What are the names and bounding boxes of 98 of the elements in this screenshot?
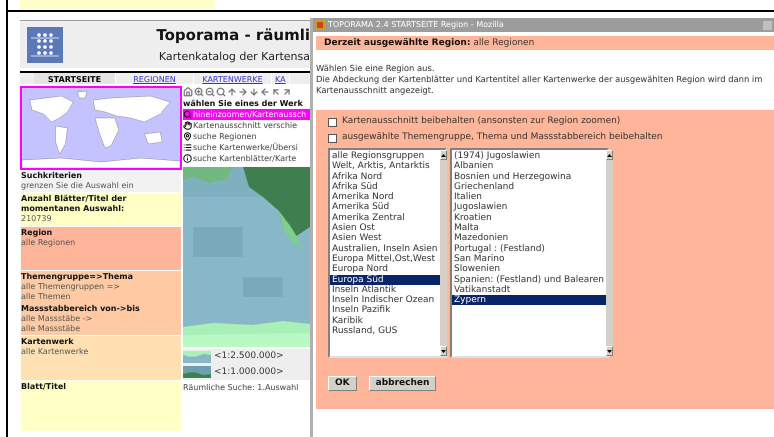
list-option[interactable]: Inseln Atlantik — [330, 284, 440, 296]
scale-label: <1:1.000.000> — [214, 366, 284, 378]
nav-tab[interactable]: STARTSEITE — [34, 73, 116, 84]
list-option[interactable]: Amerika Süd — [330, 202, 440, 213]
list-option[interactable]: Asien Ost — [330, 223, 440, 234]
list-option[interactable]: Bosnien und Herzegowina — [452, 172, 606, 182]
criteria-label[interactable]: Themengruppe=>Thema — [21, 272, 181, 282]
list-option[interactable]: Europa Nord — [330, 264, 440, 275]
region-group-list[interactable] — [328, 148, 447, 358]
zoom-in-icon[interactable] — [194, 86, 204, 96]
zoom-out-icon[interactable] — [205, 86, 215, 96]
list-option[interactable]: Jugoslawien — [452, 202, 606, 213]
list-option[interactable]: Amerika Nord — [330, 192, 440, 202]
criteria-value: alle Regionen — [21, 238, 76, 248]
intro-text: Die Abdeckung der Kartenblätter und Kartentitel aller Kartenwerke der ausgewählten Region wird dann im Kartenausschnitt angezeigt. — [316, 74, 764, 96]
criteria-label[interactable]: Kartenwerk — [21, 337, 181, 347]
list-option[interactable]: Portugal : (Festland) — [452, 244, 606, 254]
scrollbar[interactable] — [606, 150, 614, 356]
list-option[interactable]: Australien, Inseln Asien — [330, 244, 440, 254]
list-option[interactable]: Griechenland — [452, 182, 606, 192]
list-option[interactable]: Europa Mittel,Ost,West — [330, 254, 440, 264]
scale-label: <1:2.500.000> — [214, 350, 284, 363]
arrow-up-icon[interactable] — [227, 86, 237, 96]
checkbox[interactable] — [328, 134, 337, 142]
hand-icon — [183, 121, 192, 130]
list-option[interactable]: Amerika Zentral — [330, 212, 440, 224]
window-title: TOPORAMA 2.4 STARTSEITE Region - Mozilla — [328, 19, 504, 31]
list-option[interactable]: Afrika Süd — [330, 182, 440, 192]
criteria-label[interactable]: Blatt/Titel — [21, 382, 181, 392]
criteria-label[interactable]: Region — [21, 228, 181, 238]
dialog-button[interactable]: OK — [328, 376, 357, 391]
intro-text: Wählen Sie eine Region aus. — [316, 63, 436, 74]
criteria-value: alle Kartenwerke — [21, 347, 90, 357]
list-option[interactable]: Afrika Nord — [330, 172, 440, 182]
list-option[interactable]: Asien West — [330, 233, 440, 244]
current-region: Derzeit ausgewählte Region: alle Regionen — [316, 36, 774, 50]
list-option[interactable]: Welt, Arktis, Antarktis — [330, 161, 440, 172]
criteria-value: alle Themengruppen => — [21, 282, 122, 292]
criteria-value: alle Massstäbe -> — [21, 314, 94, 324]
search-icon[interactable] — [216, 86, 226, 96]
scroll-up-icon[interactable] — [606, 150, 614, 160]
map-swatch-icon — [183, 350, 211, 363]
map-status: Räumliche Suche: 1.Auswahl — [183, 382, 300, 394]
logo-icon — [27, 26, 63, 62]
scroll-up-icon[interactable] — [440, 150, 446, 160]
checkbox-label[interactable]: Kartenausschnitt beibehalten (ansonsten zur Region zoomen) — [342, 115, 620, 129]
nav-tab[interactable]: KA — [272, 73, 290, 84]
scrollbar[interactable] — [440, 150, 446, 356]
list-option[interactable]: alle Regionsgruppen — [330, 151, 440, 162]
tool-option[interactable]: Kartenausschnitt verschie — [183, 120, 310, 131]
checkbox[interactable] — [328, 118, 337, 126]
tools-heading: wählen Sie eines der Werk — [183, 99, 304, 109]
app-icon — [315, 20, 325, 30]
list-option[interactable]: Italien — [452, 192, 606, 202]
scroll-down-icon[interactable] — [606, 346, 614, 356]
list-option[interactable]: Karibik — [330, 316, 440, 326]
criteria-value: alle Themen — [21, 292, 72, 302]
count-value: 210739 — [21, 214, 53, 224]
search-icon — [183, 110, 192, 119]
list-option[interactable]: San Marino — [452, 254, 606, 264]
list-option[interactable]: Slowenien — [452, 264, 606, 275]
tool-option[interactable]: suche Regionen — [183, 131, 310, 142]
arrow-left-icon[interactable] — [260, 86, 270, 96]
list-option[interactable]: Malta — [452, 223, 606, 234]
list-option[interactable]: Zypern — [452, 295, 606, 306]
tool-option[interactable]: suche Kartenblätter/Karte — [183, 153, 310, 164]
nav-tab[interactable]: KARTENWERKE — [194, 73, 272, 84]
arrow-right-icon[interactable] — [238, 86, 248, 96]
list-option[interactable]: Spanien: (Festland) und Balearen — [452, 274, 606, 285]
arrow-up-left-icon[interactable] — [271, 86, 281, 96]
list-option[interactable]: (1974) Jugoslawien — [452, 151, 606, 162]
criteria-label[interactable]: Massstabbereich von->bis — [21, 304, 181, 314]
tool-option[interactable]: suche Kartenwerke/Übersi — [183, 142, 310, 153]
list-icon — [183, 143, 192, 152]
checkbox-label[interactable]: ausgewählte Themengruppe, Thema und Massstabbereich beibehalten — [342, 131, 662, 145]
list-option[interactable]: Inseln Indischer Ozean — [330, 295, 440, 306]
page-subtitle: Kartenkatalog der Kartensa — [158, 49, 310, 66]
criteria-hint: grenzen Sie die Auswahl ein — [21, 181, 135, 191]
info-icon — [183, 154, 192, 163]
criteria-title: Suchkriterien — [21, 171, 83, 181]
arrow-down-icon[interactable] — [249, 86, 259, 96]
pin-icon — [183, 132, 192, 141]
arrow-up-right-icon[interactable] — [282, 86, 292, 96]
map-swatch-icon — [183, 366, 211, 378]
dialog-button[interactable]: abbrechen — [368, 376, 436, 391]
page-title: Toporama - räumli — [156, 25, 310, 46]
list-option[interactable]: Mazedonien — [452, 233, 606, 244]
scroll-down-icon[interactable] — [440, 346, 446, 356]
list-option[interactable]: Russland, GUS — [330, 326, 440, 336]
nav-tab[interactable]: REGIONEN — [116, 73, 194, 84]
list-option[interactable]: Albanien — [452, 161, 606, 172]
list-option[interactable]: Vatikanstadt — [452, 284, 606, 296]
count-label: Anzahl Blätter/Titel der momentanen Auswahl: — [21, 194, 128, 214]
list-option[interactable]: Kroatien — [452, 212, 606, 224]
list-option[interactable]: Inseln Pazifik — [330, 305, 440, 316]
home-icon[interactable] — [183, 86, 193, 96]
list-option[interactable]: Europa Süd — [330, 274, 440, 285]
criteria-value: alle Massstäbe — [21, 324, 82, 334]
